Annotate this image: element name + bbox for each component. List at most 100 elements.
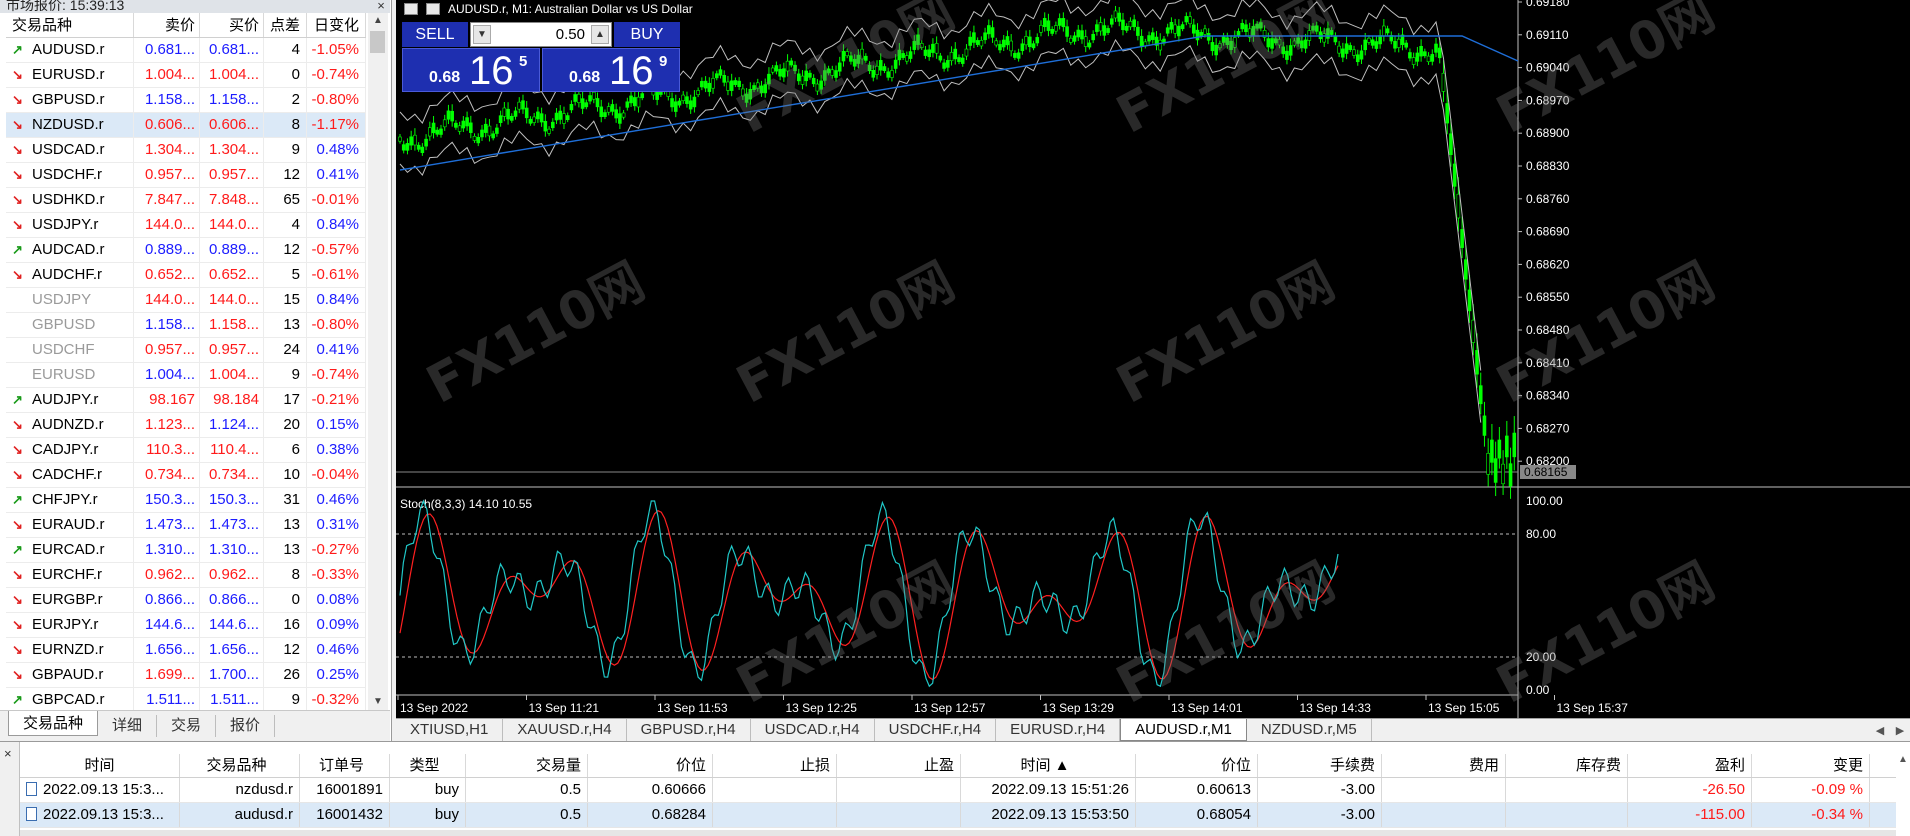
bid-price-button[interactable]: 0.68 16 5 [402, 48, 540, 92]
market-watch-row[interactable]: ↗ GBPCAD.r 1.511... 1.511... 9 -0.32% [6, 688, 366, 710]
market-watch-row[interactable]: ↘ USDHKD.r 7.847... 7.848... 65 -0.01% [6, 188, 366, 213]
terminal-column-header[interactable]: 盈利 [1628, 754, 1752, 777]
column-header-bid[interactable]: 卖价 [134, 13, 200, 37]
chart-tab[interactable]: NZDUSD.r,M5 [1247, 719, 1372, 741]
market-watch-row[interactable]: ↗ AUDCAD.r 0.889... 0.889... 12 -0.57% [6, 238, 366, 263]
terminal-column-header[interactable]: 时间 ▲ [961, 754, 1136, 777]
chart-tab[interactable]: XTIUSD,H1 [396, 719, 504, 741]
terminal-column-header[interactable]: 变更 [1752, 754, 1870, 777]
market-watch-scrollbar[interactable]: ▲ ▼ [368, 13, 388, 710]
volume-value[interactable]: 0.50 [556, 23, 585, 46]
market-watch-row[interactable]: ↘ EURJPY.r 144.6... 144.6... 16 0.09% [6, 613, 366, 638]
market-watch-row[interactable]: ↘ CADJPY.r 110.3... 110.4... 6 0.38% [6, 438, 366, 463]
column-header-spread[interactable]: 点差 [264, 13, 307, 37]
chart-tab[interactable]: GBPUSD.r,H4 [627, 719, 751, 741]
market-watch-row[interactable]: ↘ EURCHF.r 0.962... 0.962... 8 -0.33% [6, 563, 366, 588]
volume-increase-icon[interactable]: ▲ [591, 25, 609, 44]
terminal-column-header[interactable]: 价位 [1136, 754, 1258, 777]
volume-stepper[interactable]: ▼ 0.50 ▲ [470, 22, 612, 47]
market-watch-row[interactable]: USDJPY 144.0... 144.0... 15 0.84% [6, 288, 366, 313]
terminal-column-header[interactable]: 手续费 [1258, 754, 1382, 777]
market-watch-row[interactable]: GBPUSD 1.158... 1.158... 13 -0.80% [6, 313, 366, 338]
market-watch-row[interactable]: ↘ EURNZD.r 1.656... 1.656... 12 0.46% [6, 638, 366, 663]
chart-tabs-scroll[interactable]: ◀ ▶ [1870, 719, 1910, 741]
scrollbar-thumb[interactable] [370, 31, 385, 53]
close-icon[interactable]: × [4, 746, 12, 761]
candle-body [998, 44, 1002, 51]
terminal-column-header[interactable]: 交易量 [466, 754, 588, 777]
change-value: 0.84% [307, 288, 366, 312]
candle-body [1191, 24, 1196, 34]
column-header-ask[interactable]: 买价 [200, 13, 264, 37]
market-watch-tab[interactable]: 详细 [98, 715, 158, 737]
candle-body [1430, 54, 1435, 62]
trade-cell: 2022.09.13 15:3... [43, 806, 164, 823]
market-watch-row[interactable]: ↘ NZDUSD.r 0.606... 0.606... 8 -1.17% [6, 113, 366, 138]
spread-value: 20 [264, 413, 307, 437]
terminal-column-header[interactable]: 止盈 [837, 754, 961, 777]
terminal-column-header[interactable]: 交易品种 [180, 754, 300, 777]
terminal-column-header[interactable]: 时间 [20, 754, 180, 777]
trade-cell [713, 778, 837, 802]
candle-body [700, 81, 704, 88]
terminal-column-header[interactable]: 费用 [1382, 754, 1506, 777]
market-watch-row[interactable]: ↗ CHFJPY.r 150.3... 150.3... 31 0.46% [6, 488, 366, 513]
market-watch-row[interactable]: USDCHF 0.957... 0.957... 24 0.41% [6, 338, 366, 363]
market-watch-tab[interactable]: 交易品种 [8, 711, 99, 736]
market-watch-row[interactable]: ↘ USDCAD.r 1.304... 1.304... 9 0.48% [6, 138, 366, 163]
price-chart-canvas[interactable]: 0.691800.691100.690400.689700.689000.688… [396, 0, 1910, 718]
market-watch-tab[interactable]: 报价 [216, 715, 276, 737]
market-watch-row[interactable]: ↘ CADCHF.r 0.734... 0.734... 10 -0.04% [6, 463, 366, 488]
chart-tab[interactable]: AUDUSD.r,M1 [1120, 719, 1247, 741]
market-watch-row[interactable]: ↗ AUDUSD.r 0.681... 0.681... 4 -1.05% [6, 38, 366, 63]
terminal-scrollbar[interactable]: ▲ [1896, 754, 1910, 814]
volume-decrease-icon[interactable]: ▼ [473, 25, 491, 44]
market-watch-row[interactable]: EURUSD 1.004... 1.004... 9 -0.74% [6, 363, 366, 388]
terminal-column-header[interactable]: 库存费 [1506, 754, 1628, 777]
market-watch-row[interactable]: ↘ AUDNZD.r 1.123... 1.124... 20 0.15% [6, 413, 366, 438]
chevron-right-icon[interactable]: ▶ [1896, 724, 1904, 737]
market-watch-row[interactable]: ↘ GBPUSD.r 1.158... 1.158... 2 -0.80% [6, 88, 366, 113]
scroll-down-icon[interactable]: ▼ [368, 694, 388, 710]
spread-value: 16 [264, 613, 307, 637]
chart-window[interactable]: 0.69180 0.69110 0.69040 0.68970 0.68900 0.688… [396, 0, 1910, 718]
chart-tab[interactable]: EURUSD.r,H4 [996, 719, 1121, 741]
market-watch-row[interactable]: ↘ AUDCHF.r 0.652... 0.652... 5 -0.61% [6, 263, 366, 288]
market-watch-row[interactable]: ↘ GBPAUD.r 1.699... 1.700... 26 0.25% [6, 663, 366, 688]
market-watch-tab[interactable]: 交易 [157, 715, 217, 737]
market-watch-row[interactable]: ↘ EURGBP.r 0.866... 0.866... 0 0.08% [6, 588, 366, 613]
time-tick-label: 13 Sep 14:01 [1171, 701, 1243, 715]
chevron-left-icon[interactable]: ◀ [1876, 724, 1884, 737]
terminal-column-header[interactable]: 订单号 [300, 754, 390, 777]
terminal-column-header[interactable]: 类型 [390, 754, 466, 777]
market-watch-row[interactable]: ↘ EURAUD.r 1.473... 1.473... 13 0.31% [6, 513, 366, 538]
buy-button[interactable]: BUY [614, 22, 680, 47]
chart-menu-icon[interactable] [404, 3, 418, 15]
chart-tab[interactable]: USDCHF.r,H4 [875, 719, 997, 741]
close-icon[interactable]: × [373, 0, 389, 13]
terminal-column-header[interactable]: 止损 [713, 754, 837, 777]
candle-body [718, 69, 723, 76]
chart-tab[interactable]: USDCAD.r,H4 [751, 719, 875, 741]
candle-body [960, 57, 965, 64]
column-header-symbol[interactable]: 交易品种 [6, 13, 134, 37]
market-watch-row[interactable]: ↗ AUDJPY.r 98.167 98.184 17 -0.21% [6, 388, 366, 413]
chart-type-icon[interactable] [426, 3, 440, 15]
trade-row[interactable]: 2022.09.13 15:3... audusd.r 16001432 buy 0.5… [20, 803, 1896, 828]
candle-body [420, 146, 425, 153]
market-watch-row[interactable]: ↘ EURUSD.r 1.004... 1.004... 0 -0.74% [6, 63, 366, 88]
market-watch-row[interactable]: ↘ USDJPY.r 144.0... 144.0... 4 0.84% [6, 213, 366, 238]
trade-row[interactable]: 2022.09.13 15:3... nzdusd.r 16001891 buy 0.5… [20, 778, 1896, 803]
ask-price-button[interactable]: 0.68 16 9 [542, 48, 680, 92]
market-watch-row[interactable]: ↗ EURCAD.r 1.310... 1.310... 13 -0.27% [6, 538, 366, 563]
chart-tab[interactable]: XAUUSD.r,H4 [503, 719, 627, 741]
sell-button[interactable]: SELL [402, 22, 468, 47]
change-value: 0.48% [307, 138, 366, 162]
terminal-column-header[interactable]: 价位 [588, 754, 713, 777]
candle-body [618, 113, 622, 124]
scroll-up-icon[interactable]: ▲ [368, 13, 388, 29]
scroll-up-icon[interactable]: ▲ [1896, 754, 1910, 765]
spread-value: 4 [264, 38, 307, 62]
market-watch-row[interactable]: ↘ USDCHF.r 0.957... 0.957... 12 0.41% [6, 163, 366, 188]
column-header-change[interactable]: 日变化 [307, 13, 366, 37]
